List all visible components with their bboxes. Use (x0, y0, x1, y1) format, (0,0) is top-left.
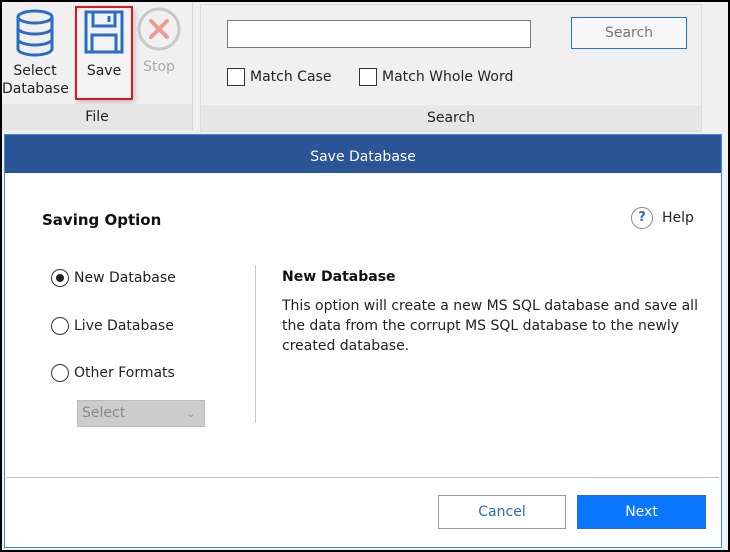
radio-other-formats[interactable]: Other Formats (51, 364, 175, 382)
label-line1: Select (13, 63, 57, 79)
dialog-title: Save Database (5, 135, 721, 173)
cancel-button[interactable]: Cancel (438, 495, 566, 529)
stop-x-icon (137, 7, 181, 51)
format-select[interactable]: Select ⌄ (77, 400, 205, 427)
label-line2: Database (2, 81, 69, 97)
match-whole-word-checkbox[interactable]: Match Whole Word (359, 67, 513, 87)
stop-label: Stop (143, 59, 175, 75)
format-select-value: Select (82, 405, 126, 421)
help-link[interactable]: ? Help (631, 207, 694, 229)
checkbox-box[interactable] (359, 68, 377, 86)
select-database-button[interactable]: Select Database (2, 4, 69, 100)
radio-live-database[interactable]: Live Database (51, 317, 174, 335)
match-case-checkbox[interactable]: Match Case (227, 67, 331, 87)
description-text: This option will create a new MS SQL dat… (282, 298, 698, 354)
description-title: New Database (282, 269, 396, 285)
radio-label: Live Database (74, 318, 174, 334)
checkbox-box[interactable] (227, 68, 245, 86)
file-group-label: File (2, 104, 192, 130)
file-group: Select Database Save Stop File (2, 2, 193, 130)
radio-label: New Database (74, 270, 176, 286)
database-icon (16, 9, 54, 57)
chevron-down-icon: ⌄ (185, 406, 196, 420)
save-label: Save (86, 63, 122, 79)
vertical-divider (255, 265, 256, 423)
next-button[interactable]: Next (577, 495, 706, 529)
radio-button[interactable] (51, 364, 69, 382)
help-icon: ? (631, 207, 653, 229)
match-case-label: Match Case (250, 69, 332, 85)
search-button[interactable]: Search (571, 17, 687, 49)
radio-label: Other Formats (74, 365, 175, 381)
radio-button[interactable] (51, 317, 69, 335)
floppy-disk-icon (84, 10, 124, 54)
save-button[interactable]: Save (75, 6, 133, 100)
save-database-dialog: Save Database Saving Option ? Help New D… (4, 134, 722, 548)
search-group: Search Match Case Match Whole Word Searc… (200, 4, 702, 132)
select-database-label: Select Database (2, 62, 69, 98)
stop-button[interactable]: Stop (130, 4, 188, 100)
search-input[interactable] (227, 20, 531, 48)
help-label: Help (662, 210, 694, 226)
match-whole-word-label: Match Whole Word (382, 69, 514, 85)
radio-new-database[interactable]: New Database (51, 269, 176, 287)
radio-button-selected[interactable] (51, 269, 69, 287)
section-title: Saving Option (42, 211, 162, 229)
footer-divider (7, 477, 719, 478)
ribbon: Select Database Save Stop File Search Ma… (2, 2, 728, 132)
search-group-label: Search (201, 105, 701, 131)
